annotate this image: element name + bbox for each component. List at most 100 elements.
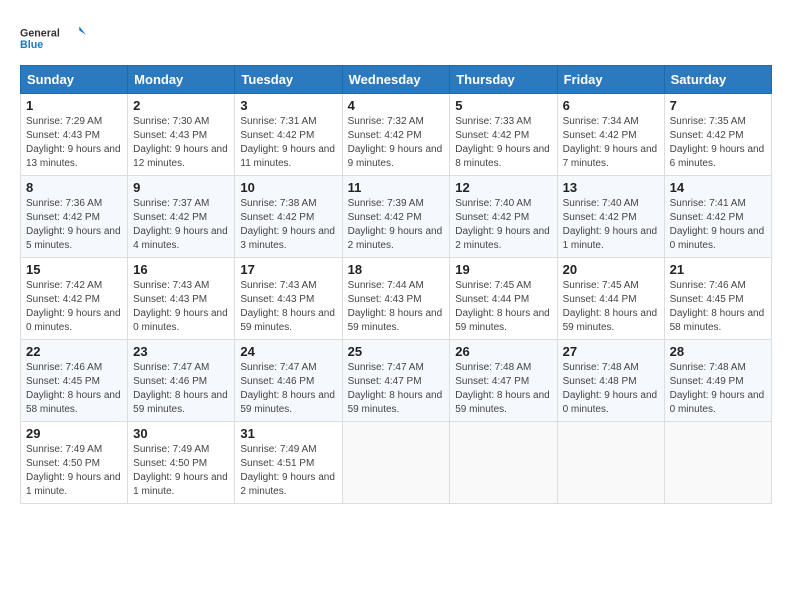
calendar-cell: 26 Sunrise: 7:48 AM Sunset: 4:47 PM Dayl… bbox=[450, 340, 557, 422]
day-number: 4 bbox=[348, 98, 445, 113]
day-number: 27 bbox=[563, 344, 659, 359]
calendar-week-row: 8 Sunrise: 7:36 AM Sunset: 4:42 PM Dayli… bbox=[21, 176, 772, 258]
calendar-table: SundayMondayTuesdayWednesdayThursdayFrid… bbox=[20, 65, 772, 504]
day-info: Sunrise: 7:47 AM Sunset: 4:47 PM Dayligh… bbox=[348, 361, 445, 417]
calendar-cell: 21 Sunrise: 7:46 AM Sunset: 4:45 PM Dayl… bbox=[664, 258, 771, 340]
day-number: 11 bbox=[348, 180, 445, 195]
calendar-cell: 14 Sunrise: 7:41 AM Sunset: 4:42 PM Dayl… bbox=[664, 176, 771, 258]
day-info: Sunrise: 7:46 AM Sunset: 4:45 PM Dayligh… bbox=[26, 361, 122, 417]
calendar-cell: 4 Sunrise: 7:32 AM Sunset: 4:42 PM Dayli… bbox=[342, 94, 450, 176]
calendar-cell: 2 Sunrise: 7:30 AM Sunset: 4:43 PM Dayli… bbox=[128, 94, 235, 176]
page-header: General Blue bbox=[20, 20, 772, 55]
weekday-header: Friday bbox=[557, 66, 664, 94]
day-number: 5 bbox=[455, 98, 551, 113]
day-info: Sunrise: 7:48 AM Sunset: 4:49 PM Dayligh… bbox=[670, 361, 766, 417]
day-number: 1 bbox=[26, 98, 122, 113]
day-info: Sunrise: 7:29 AM Sunset: 4:43 PM Dayligh… bbox=[26, 115, 122, 171]
day-info: Sunrise: 7:36 AM Sunset: 4:42 PM Dayligh… bbox=[26, 197, 122, 253]
day-info: Sunrise: 7:32 AM Sunset: 4:42 PM Dayligh… bbox=[348, 115, 445, 171]
weekday-header: Tuesday bbox=[235, 66, 342, 94]
calendar-cell: 17 Sunrise: 7:43 AM Sunset: 4:43 PM Dayl… bbox=[235, 258, 342, 340]
calendar-cell: 31 Sunrise: 7:49 AM Sunset: 4:51 PM Dayl… bbox=[235, 422, 342, 504]
calendar-cell: 11 Sunrise: 7:39 AM Sunset: 4:42 PM Dayl… bbox=[342, 176, 450, 258]
weekday-header: Wednesday bbox=[342, 66, 450, 94]
day-info: Sunrise: 7:47 AM Sunset: 4:46 PM Dayligh… bbox=[240, 361, 336, 417]
day-info: Sunrise: 7:47 AM Sunset: 4:46 PM Dayligh… bbox=[133, 361, 229, 417]
calendar-cell: 3 Sunrise: 7:31 AM Sunset: 4:42 PM Dayli… bbox=[235, 94, 342, 176]
day-info: Sunrise: 7:49 AM Sunset: 4:50 PM Dayligh… bbox=[26, 443, 122, 499]
day-number: 16 bbox=[133, 262, 229, 277]
calendar-week-row: 29 Sunrise: 7:49 AM Sunset: 4:50 PM Dayl… bbox=[21, 422, 772, 504]
calendar-week-row: 22 Sunrise: 7:46 AM Sunset: 4:45 PM Dayl… bbox=[21, 340, 772, 422]
weekday-header: Monday bbox=[128, 66, 235, 94]
day-number: 3 bbox=[240, 98, 336, 113]
calendar-cell: 22 Sunrise: 7:46 AM Sunset: 4:45 PM Dayl… bbox=[21, 340, 128, 422]
calendar-cell: 16 Sunrise: 7:43 AM Sunset: 4:43 PM Dayl… bbox=[128, 258, 235, 340]
day-number: 17 bbox=[240, 262, 336, 277]
day-info: Sunrise: 7:43 AM Sunset: 4:43 PM Dayligh… bbox=[240, 279, 336, 335]
day-number: 25 bbox=[348, 344, 445, 359]
weekday-header: Thursday bbox=[450, 66, 557, 94]
day-number: 13 bbox=[563, 180, 659, 195]
day-info: Sunrise: 7:45 AM Sunset: 4:44 PM Dayligh… bbox=[563, 279, 659, 335]
day-info: Sunrise: 7:38 AM Sunset: 4:42 PM Dayligh… bbox=[240, 197, 336, 253]
day-number: 22 bbox=[26, 344, 122, 359]
calendar-header-row: SundayMondayTuesdayWednesdayThursdayFrid… bbox=[21, 66, 772, 94]
day-number: 6 bbox=[563, 98, 659, 113]
calendar-week-row: 1 Sunrise: 7:29 AM Sunset: 4:43 PM Dayli… bbox=[21, 94, 772, 176]
calendar-cell: 20 Sunrise: 7:45 AM Sunset: 4:44 PM Dayl… bbox=[557, 258, 664, 340]
weekday-header: Saturday bbox=[664, 66, 771, 94]
calendar-cell: 29 Sunrise: 7:49 AM Sunset: 4:50 PM Dayl… bbox=[21, 422, 128, 504]
day-number: 12 bbox=[455, 180, 551, 195]
day-info: Sunrise: 7:45 AM Sunset: 4:44 PM Dayligh… bbox=[455, 279, 551, 335]
svg-text:Blue: Blue bbox=[20, 39, 43, 51]
day-number: 28 bbox=[670, 344, 766, 359]
calendar-cell: 6 Sunrise: 7:34 AM Sunset: 4:42 PM Dayli… bbox=[557, 94, 664, 176]
day-info: Sunrise: 7:39 AM Sunset: 4:42 PM Dayligh… bbox=[348, 197, 445, 253]
day-number: 24 bbox=[240, 344, 336, 359]
day-number: 18 bbox=[348, 262, 445, 277]
calendar-cell: 9 Sunrise: 7:37 AM Sunset: 4:42 PM Dayli… bbox=[128, 176, 235, 258]
day-info: Sunrise: 7:30 AM Sunset: 4:43 PM Dayligh… bbox=[133, 115, 229, 171]
day-info: Sunrise: 7:46 AM Sunset: 4:45 PM Dayligh… bbox=[670, 279, 766, 335]
day-number: 15 bbox=[26, 262, 122, 277]
day-number: 21 bbox=[670, 262, 766, 277]
day-number: 2 bbox=[133, 98, 229, 113]
calendar-cell bbox=[342, 422, 450, 504]
calendar-cell: 30 Sunrise: 7:49 AM Sunset: 4:50 PM Dayl… bbox=[128, 422, 235, 504]
day-number: 8 bbox=[26, 180, 122, 195]
day-number: 20 bbox=[563, 262, 659, 277]
day-number: 10 bbox=[240, 180, 336, 195]
day-info: Sunrise: 7:40 AM Sunset: 4:42 PM Dayligh… bbox=[455, 197, 551, 253]
day-info: Sunrise: 7:41 AM Sunset: 4:42 PM Dayligh… bbox=[670, 197, 766, 253]
day-info: Sunrise: 7:34 AM Sunset: 4:42 PM Dayligh… bbox=[563, 115, 659, 171]
day-number: 31 bbox=[240, 426, 336, 441]
logo: General Blue bbox=[20, 20, 90, 55]
day-info: Sunrise: 7:33 AM Sunset: 4:42 PM Dayligh… bbox=[455, 115, 551, 171]
day-info: Sunrise: 7:49 AM Sunset: 4:50 PM Dayligh… bbox=[133, 443, 229, 499]
calendar-cell: 19 Sunrise: 7:45 AM Sunset: 4:44 PM Dayl… bbox=[450, 258, 557, 340]
day-info: Sunrise: 7:37 AM Sunset: 4:42 PM Dayligh… bbox=[133, 197, 229, 253]
calendar-cell: 1 Sunrise: 7:29 AM Sunset: 4:43 PM Dayli… bbox=[21, 94, 128, 176]
day-info: Sunrise: 7:31 AM Sunset: 4:42 PM Dayligh… bbox=[240, 115, 336, 171]
day-number: 14 bbox=[670, 180, 766, 195]
calendar-cell: 13 Sunrise: 7:40 AM Sunset: 4:42 PM Dayl… bbox=[557, 176, 664, 258]
calendar-cell bbox=[664, 422, 771, 504]
day-info: Sunrise: 7:35 AM Sunset: 4:42 PM Dayligh… bbox=[670, 115, 766, 171]
day-number: 19 bbox=[455, 262, 551, 277]
calendar-cell: 28 Sunrise: 7:48 AM Sunset: 4:49 PM Dayl… bbox=[664, 340, 771, 422]
day-info: Sunrise: 7:48 AM Sunset: 4:47 PM Dayligh… bbox=[455, 361, 551, 417]
day-number: 23 bbox=[133, 344, 229, 359]
day-info: Sunrise: 7:49 AM Sunset: 4:51 PM Dayligh… bbox=[240, 443, 336, 499]
day-number: 30 bbox=[133, 426, 229, 441]
calendar-cell: 23 Sunrise: 7:47 AM Sunset: 4:46 PM Dayl… bbox=[128, 340, 235, 422]
day-number: 7 bbox=[670, 98, 766, 113]
day-info: Sunrise: 7:40 AM Sunset: 4:42 PM Dayligh… bbox=[563, 197, 659, 253]
calendar-week-row: 15 Sunrise: 7:42 AM Sunset: 4:42 PM Dayl… bbox=[21, 258, 772, 340]
day-info: Sunrise: 7:44 AM Sunset: 4:43 PM Dayligh… bbox=[348, 279, 445, 335]
weekday-header: Sunday bbox=[21, 66, 128, 94]
calendar-cell: 7 Sunrise: 7:35 AM Sunset: 4:42 PM Dayli… bbox=[664, 94, 771, 176]
calendar-cell: 15 Sunrise: 7:42 AM Sunset: 4:42 PM Dayl… bbox=[21, 258, 128, 340]
day-number: 29 bbox=[26, 426, 122, 441]
logo-icon: General Blue bbox=[20, 20, 90, 55]
